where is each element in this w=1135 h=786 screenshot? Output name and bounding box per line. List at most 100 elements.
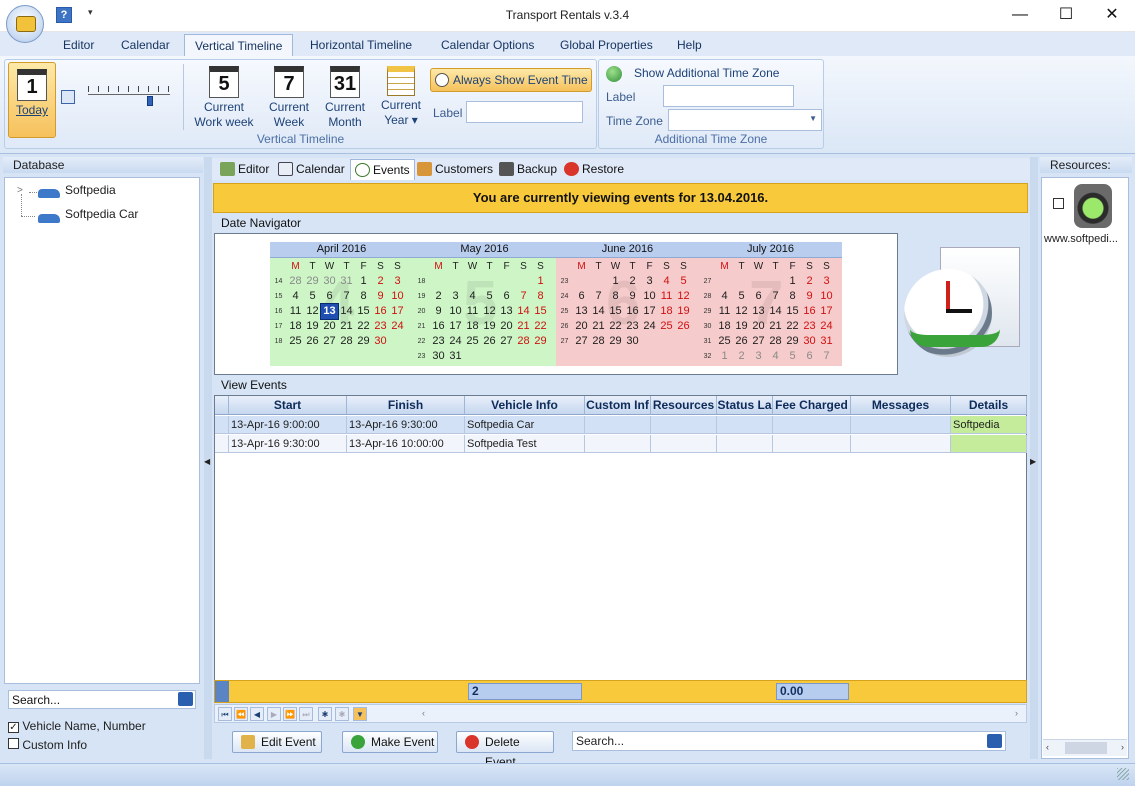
table-cell[interactable] bbox=[951, 435, 1027, 453]
day-cell[interactable]: 12 bbox=[733, 304, 750, 319]
day-cell[interactable]: 10 bbox=[389, 289, 406, 304]
events-search-input[interactable]: Search... bbox=[572, 731, 1006, 751]
day-cell[interactable]: 6 bbox=[750, 289, 767, 304]
day-cell[interactable]: 16 bbox=[430, 319, 447, 334]
day-cell[interactable]: 17 bbox=[818, 304, 835, 319]
day-cell[interactable]: 15 bbox=[607, 304, 624, 319]
table-cell[interactable] bbox=[851, 435, 951, 453]
day-cell[interactable]: 7 bbox=[590, 289, 607, 304]
column-header[interactable]: Finish bbox=[347, 396, 465, 415]
scroll-left-icon[interactable]: ‹ bbox=[422, 708, 425, 718]
day-cell[interactable]: 15 bbox=[355, 304, 372, 319]
today-button[interactable]: 1 Today bbox=[8, 62, 56, 138]
day-cell[interactable]: 22 bbox=[532, 319, 549, 334]
day-cell[interactable]: 15 bbox=[784, 304, 801, 319]
day-cell[interactable]: 27 bbox=[750, 334, 767, 349]
day-cell[interactable]: 19 bbox=[304, 319, 321, 334]
delete-event-button[interactable]: Delete Event bbox=[456, 731, 554, 769]
day-cell[interactable]: 11 bbox=[287, 304, 304, 319]
day-cell[interactable]: 18 bbox=[287, 319, 304, 334]
next-page-icon[interactable]: ⏩ bbox=[283, 707, 297, 721]
table-cell[interactable]: 13-Apr-16 9:00:00 bbox=[229, 416, 347, 434]
day-cell[interactable]: 24 bbox=[641, 319, 658, 334]
day-cell[interactable]: 21 bbox=[590, 319, 607, 334]
scroll-left-icon[interactable]: ‹ bbox=[1046, 742, 1049, 752]
day-cell[interactable]: 11 bbox=[658, 289, 675, 304]
day-cell[interactable]: 28 bbox=[590, 334, 607, 349]
table-cell[interactable]: Softpedia Test bbox=[465, 435, 585, 453]
collapse-right-icon[interactable]: ▶ bbox=[1030, 457, 1036, 466]
day-cell[interactable]: 26 bbox=[733, 334, 750, 349]
day-cell[interactable]: 29 bbox=[304, 274, 321, 289]
day-cell[interactable]: 31 bbox=[818, 334, 835, 349]
table-cell[interactable] bbox=[851, 416, 951, 434]
day-cell[interactable]: 20 bbox=[321, 319, 338, 334]
day-cell[interactable]: 14 bbox=[515, 304, 532, 319]
close-button[interactable]: ✕ bbox=[1089, 0, 1135, 30]
day-cell[interactable]: 22 bbox=[607, 319, 624, 334]
option-vehicle-name[interactable]: ✓ Vehicle Name, Number bbox=[8, 719, 146, 733]
tab-horizontal-timeline[interactable]: Horizontal Timeline bbox=[300, 34, 422, 56]
day-cell[interactable]: 29 bbox=[355, 334, 372, 349]
day-cell[interactable]: 21 bbox=[767, 319, 784, 334]
day-cell[interactable]: 28 bbox=[767, 334, 784, 349]
day-cell[interactable]: 30 bbox=[624, 334, 641, 349]
database-search-input[interactable]: Search... bbox=[8, 690, 196, 709]
day-cell[interactable]: 20 bbox=[573, 319, 590, 334]
day-cell[interactable]: 27 bbox=[321, 334, 338, 349]
table-cell[interactable] bbox=[585, 435, 651, 453]
day-cell[interactable]: 10 bbox=[818, 289, 835, 304]
day-cell[interactable]: 13 bbox=[320, 303, 339, 320]
day-cell[interactable]: 16 bbox=[372, 304, 389, 319]
day-cell[interactable]: 18 bbox=[464, 319, 481, 334]
tab-editor[interactable]: Editor bbox=[216, 159, 273, 180]
app-menu-button[interactable] bbox=[6, 5, 44, 43]
day-cell[interactable]: 29 bbox=[607, 334, 624, 349]
day-cell[interactable]: 1 bbox=[607, 274, 624, 289]
day-cell[interactable]: 30 bbox=[372, 334, 389, 349]
current-month-button[interactable]: 31 Current Month bbox=[320, 66, 370, 130]
column-header[interactable]: Fee Charged bbox=[773, 396, 851, 415]
help-icon[interactable]: ? bbox=[56, 7, 72, 23]
day-cell[interactable]: 2 bbox=[430, 289, 447, 304]
day-cell[interactable]: 2 bbox=[624, 274, 641, 289]
day-cell[interactable]: 21 bbox=[338, 319, 355, 334]
day-cell[interactable]: 10 bbox=[447, 304, 464, 319]
show-additional-tz-toggle[interactable]: Show Additional Time Zone bbox=[634, 66, 779, 80]
day-cell[interactable]: 4 bbox=[287, 289, 304, 304]
day-cell[interactable]: 14 bbox=[590, 304, 607, 319]
table-cell[interactable]: Softpedia Car bbox=[465, 416, 585, 434]
day-cell[interactable]: 25 bbox=[658, 319, 675, 334]
day-cell[interactable]: 17 bbox=[389, 304, 406, 319]
day-cell[interactable]: 8 bbox=[607, 289, 624, 304]
day-cell[interactable]: 24 bbox=[389, 319, 406, 334]
tree-item[interactable]: Softpedia Car bbox=[65, 207, 138, 221]
checkbox[interactable] bbox=[8, 738, 19, 749]
day-cell[interactable]: 12 bbox=[675, 289, 692, 304]
next-record-icon[interactable]: ▶ bbox=[267, 707, 281, 721]
column-header[interactable]: Messages bbox=[851, 396, 951, 415]
day-cell[interactable]: 9 bbox=[430, 304, 447, 319]
tab-customers[interactable]: Customers bbox=[413, 159, 497, 180]
day-cell[interactable]: 1 bbox=[716, 349, 733, 364]
day-cell[interactable]: 4 bbox=[658, 274, 675, 289]
tree-item[interactable]: Softpedia bbox=[65, 183, 116, 197]
horizontal-scrollbar[interactable]: ‹ › bbox=[1043, 739, 1127, 756]
day-cell[interactable]: 6 bbox=[321, 289, 338, 304]
day-cell[interactable]: 3 bbox=[641, 274, 658, 289]
table-cell[interactable] bbox=[717, 416, 773, 434]
day-cell[interactable]: 14 bbox=[338, 304, 355, 319]
tab-calendar-options[interactable]: Calendar Options bbox=[431, 34, 544, 56]
day-cell[interactable]: 6 bbox=[573, 289, 590, 304]
insert-record-icon[interactable]: ✱ bbox=[318, 707, 332, 721]
day-cell[interactable]: 4 bbox=[716, 289, 733, 304]
left-splitter[interactable]: ◀ bbox=[204, 157, 212, 759]
day-cell[interactable]: 9 bbox=[801, 289, 818, 304]
checkbox-checked[interactable]: ✓ bbox=[8, 722, 19, 733]
day-cell[interactable]: 19 bbox=[481, 319, 498, 334]
day-cell[interactable]: 16 bbox=[801, 304, 818, 319]
tab-events[interactable]: Events bbox=[350, 159, 415, 180]
day-cell[interactable]: 8 bbox=[784, 289, 801, 304]
day-cell[interactable]: 29 bbox=[784, 334, 801, 349]
day-cell[interactable]: 18 bbox=[716, 319, 733, 334]
